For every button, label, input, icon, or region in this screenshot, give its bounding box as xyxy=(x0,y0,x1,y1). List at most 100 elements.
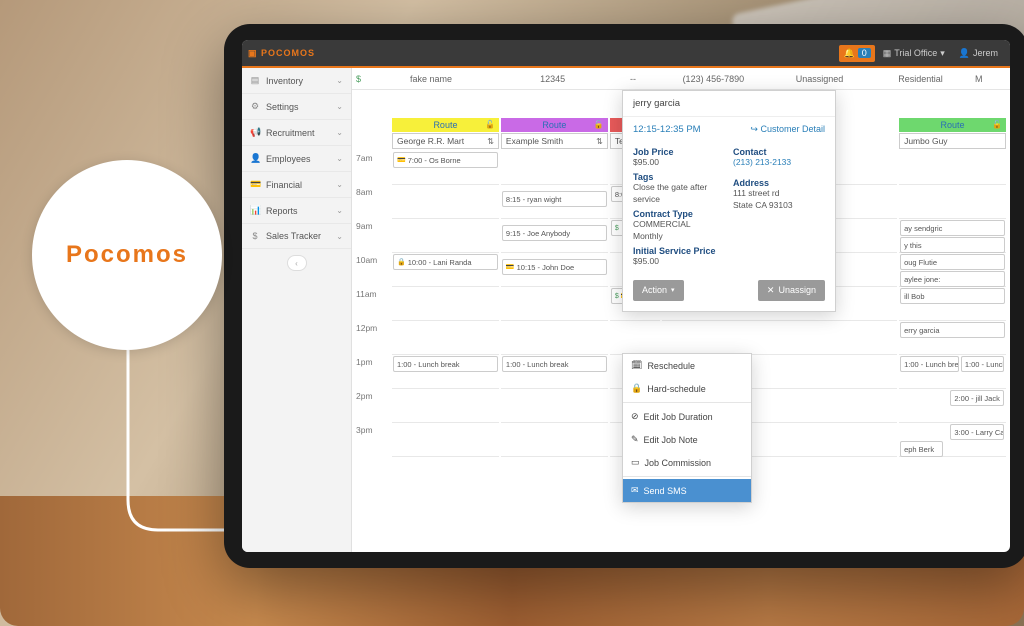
pencil-icon: ✎ xyxy=(631,434,639,445)
item-label: Edit Job Note xyxy=(644,435,698,445)
customer-detail-link[interactable]: ↪ Customer Detail xyxy=(750,124,825,135)
sort-icon: ⇅ xyxy=(487,137,494,146)
filter-more: M xyxy=(971,74,1010,84)
appointment[interactable]: erry garcia xyxy=(900,322,1005,338)
dollar-icon: $ xyxy=(250,231,260,241)
button-label: Action xyxy=(642,285,667,295)
appointment[interactable]: 9:15 - Joe Anybody xyxy=(502,225,607,241)
route-tech-select-4[interactable]: Jumbo Guy xyxy=(899,133,1006,149)
action-commission[interactable]: ▭Job Commission xyxy=(623,451,751,474)
route-header-4[interactable]: Route🔓 xyxy=(899,118,1006,132)
card-icon: 💳 xyxy=(506,263,515,271)
lunch-break[interactable]: 1:00 - Lunch break xyxy=(502,356,607,372)
hour-label: 12pm xyxy=(356,321,392,355)
appointment[interactable]: 3:00 - Larry Cash xyxy=(950,424,1003,440)
office-label: Trial Office xyxy=(894,48,937,58)
collapse-sidebar-button[interactable]: ‹ xyxy=(287,255,307,271)
appointment[interactable]: 🔒10:00 - Lani Randa xyxy=(393,254,498,270)
appointment[interactable]: ill Bob xyxy=(900,288,1005,304)
filter-assignee: Unassigned xyxy=(769,74,870,84)
lock-icon: 🔒 xyxy=(631,383,642,394)
action-dropdown: 🗓Reschedule 🔒Hard-schedule ⊘Edit Job Dur… xyxy=(622,353,752,503)
notifications-button[interactable]: 🔔 0 xyxy=(839,45,874,62)
sidebar-item-label: Financial xyxy=(266,180,302,190)
appointment[interactable]: oug Flutie xyxy=(900,254,1005,270)
route-tech-select-2[interactable]: Example Smith⇅ xyxy=(501,133,608,149)
sidebar-item-financial[interactable]: 💳 Financial ⌄ xyxy=(242,172,351,198)
appointment[interactable]: ay sendgric xyxy=(900,220,1005,236)
route-header-1[interactable]: Route🔓 xyxy=(392,118,499,132)
action-button[interactable]: Action ▾ xyxy=(633,280,684,301)
appointment[interactable]: 💳10:15 - John Doe xyxy=(502,259,607,275)
button-label: Unassign xyxy=(778,285,816,295)
lunch-break[interactable]: 1:00 - Lunch break xyxy=(900,356,959,372)
sidebar-item-settings[interactable]: ⚙Settings⌄ xyxy=(242,94,351,120)
appointment-label: erry garcia xyxy=(904,326,939,335)
field-value: $95.00 xyxy=(633,157,725,168)
sidebar-item-label: Sales Tracker xyxy=(266,231,321,241)
appointment[interactable]: aylee jone: xyxy=(900,271,1005,287)
action-edit-note[interactable]: ✎ Edit Job Note xyxy=(623,428,751,451)
office-selector[interactable]: ▦ Trial Office ▾ xyxy=(877,45,951,62)
appointment-label: ay sendgric xyxy=(904,224,942,233)
sidebar-item-inventory[interactable]: ▤Inventory⌄ xyxy=(242,68,351,94)
link-label: Customer Detail xyxy=(760,124,825,134)
appointment[interactable]: 2:00 - jill Jack xyxy=(950,390,1003,406)
appointment-label: 10:15 - John Doe xyxy=(517,263,575,272)
action-reschedule[interactable]: 🗓Reschedule xyxy=(623,354,751,377)
appointment-label: 1:00 - Lunch xyxy=(965,360,1004,369)
action-edit-duration[interactable]: ⊘Edit Job Duration xyxy=(623,405,751,428)
unassign-button[interactable]: ✕Unassign xyxy=(758,280,825,301)
sidebar-item-label: Inventory xyxy=(266,76,303,86)
field-label: Contract Type xyxy=(633,209,725,219)
field-value: Close the gate after service xyxy=(633,182,725,205)
appointment-label: eph Berk xyxy=(904,445,934,454)
chevron-down-icon: ⌄ xyxy=(336,180,343,189)
route-tech-select-1[interactable]: George R.R. Mart⇅ xyxy=(392,133,499,149)
lock-icon: 🔒 xyxy=(397,258,406,266)
job-popover: jerry garcia 12:15-12:35 PM ↪ Customer D… xyxy=(622,90,836,312)
sidebar-item-employees[interactable]: 👤Employees⌄ xyxy=(242,146,351,172)
item-label: Edit Job Duration xyxy=(644,412,713,422)
route-label: Route xyxy=(542,120,566,130)
lunch-break[interactable]: 1:00 - Lunch xyxy=(961,356,1004,372)
appointment-label: oug Flutie xyxy=(904,258,937,267)
user-label: Jerem xyxy=(973,48,998,58)
chevron-down-icon: ⌄ xyxy=(336,206,343,215)
action-send-sms[interactable]: ✉Send SMS xyxy=(623,479,751,502)
appointment-label: 8:15 - ryan wight xyxy=(506,195,561,204)
unlock-icon: 🔓 xyxy=(485,120,495,129)
dollar-icon: $ xyxy=(615,293,619,300)
appointment[interactable]: y this xyxy=(900,237,1005,253)
grid-icon: ▦ xyxy=(883,48,892,59)
caret-down-icon: ▾ xyxy=(940,48,945,59)
card-icon: 💳 xyxy=(250,179,260,190)
field-label: Address xyxy=(733,178,825,188)
filter-dash: -- xyxy=(608,74,657,84)
user-icon: 👤 xyxy=(959,48,970,59)
appointment-label: ill Bob xyxy=(904,292,924,301)
appointment[interactable]: 8:15 - ryan wight xyxy=(502,191,607,207)
hour-label: 1pm xyxy=(356,355,392,389)
price-filter-icon[interactable]: $ xyxy=(352,74,365,84)
sidebar-item-reports[interactable]: 📊Reports⌄ xyxy=(242,198,351,224)
user-menu[interactable]: 👤 Jerem xyxy=(953,45,1004,62)
appointment[interactable]: 💳7:00 - Os Borne xyxy=(393,152,498,168)
route-header-2[interactable]: Route🔓 xyxy=(501,118,608,132)
route-lane-2: 8:15 - ryan wight 9:15 - Joe Anybody 💳10… xyxy=(501,151,608,457)
card-icon: 💳 xyxy=(397,156,406,164)
hour-label: 11am xyxy=(356,287,392,321)
route-label: Route xyxy=(941,120,965,130)
caret-down-icon: ▾ xyxy=(671,286,675,294)
appointment[interactable]: eph Berk xyxy=(900,441,943,457)
sidebar-item-recruitment[interactable]: 📢Recruitment⌄ xyxy=(242,120,351,146)
appointment-label: 2:00 - jill Jack xyxy=(954,394,999,403)
field-label: Initial Service Price xyxy=(633,246,725,256)
sidebar-item-sales-tracker[interactable]: $Sales Tracker⌄ xyxy=(242,224,351,249)
chevron-down-icon: ⌄ xyxy=(336,102,343,111)
notification-count: 0 xyxy=(858,48,871,58)
contact-phone[interactable]: (213) 213-2133 xyxy=(733,157,825,168)
lunch-break[interactable]: 1:00 - Lunch break xyxy=(393,356,498,372)
hour-label: 3pm xyxy=(356,423,392,457)
action-hard-schedule[interactable]: 🔒Hard-schedule xyxy=(623,377,751,400)
